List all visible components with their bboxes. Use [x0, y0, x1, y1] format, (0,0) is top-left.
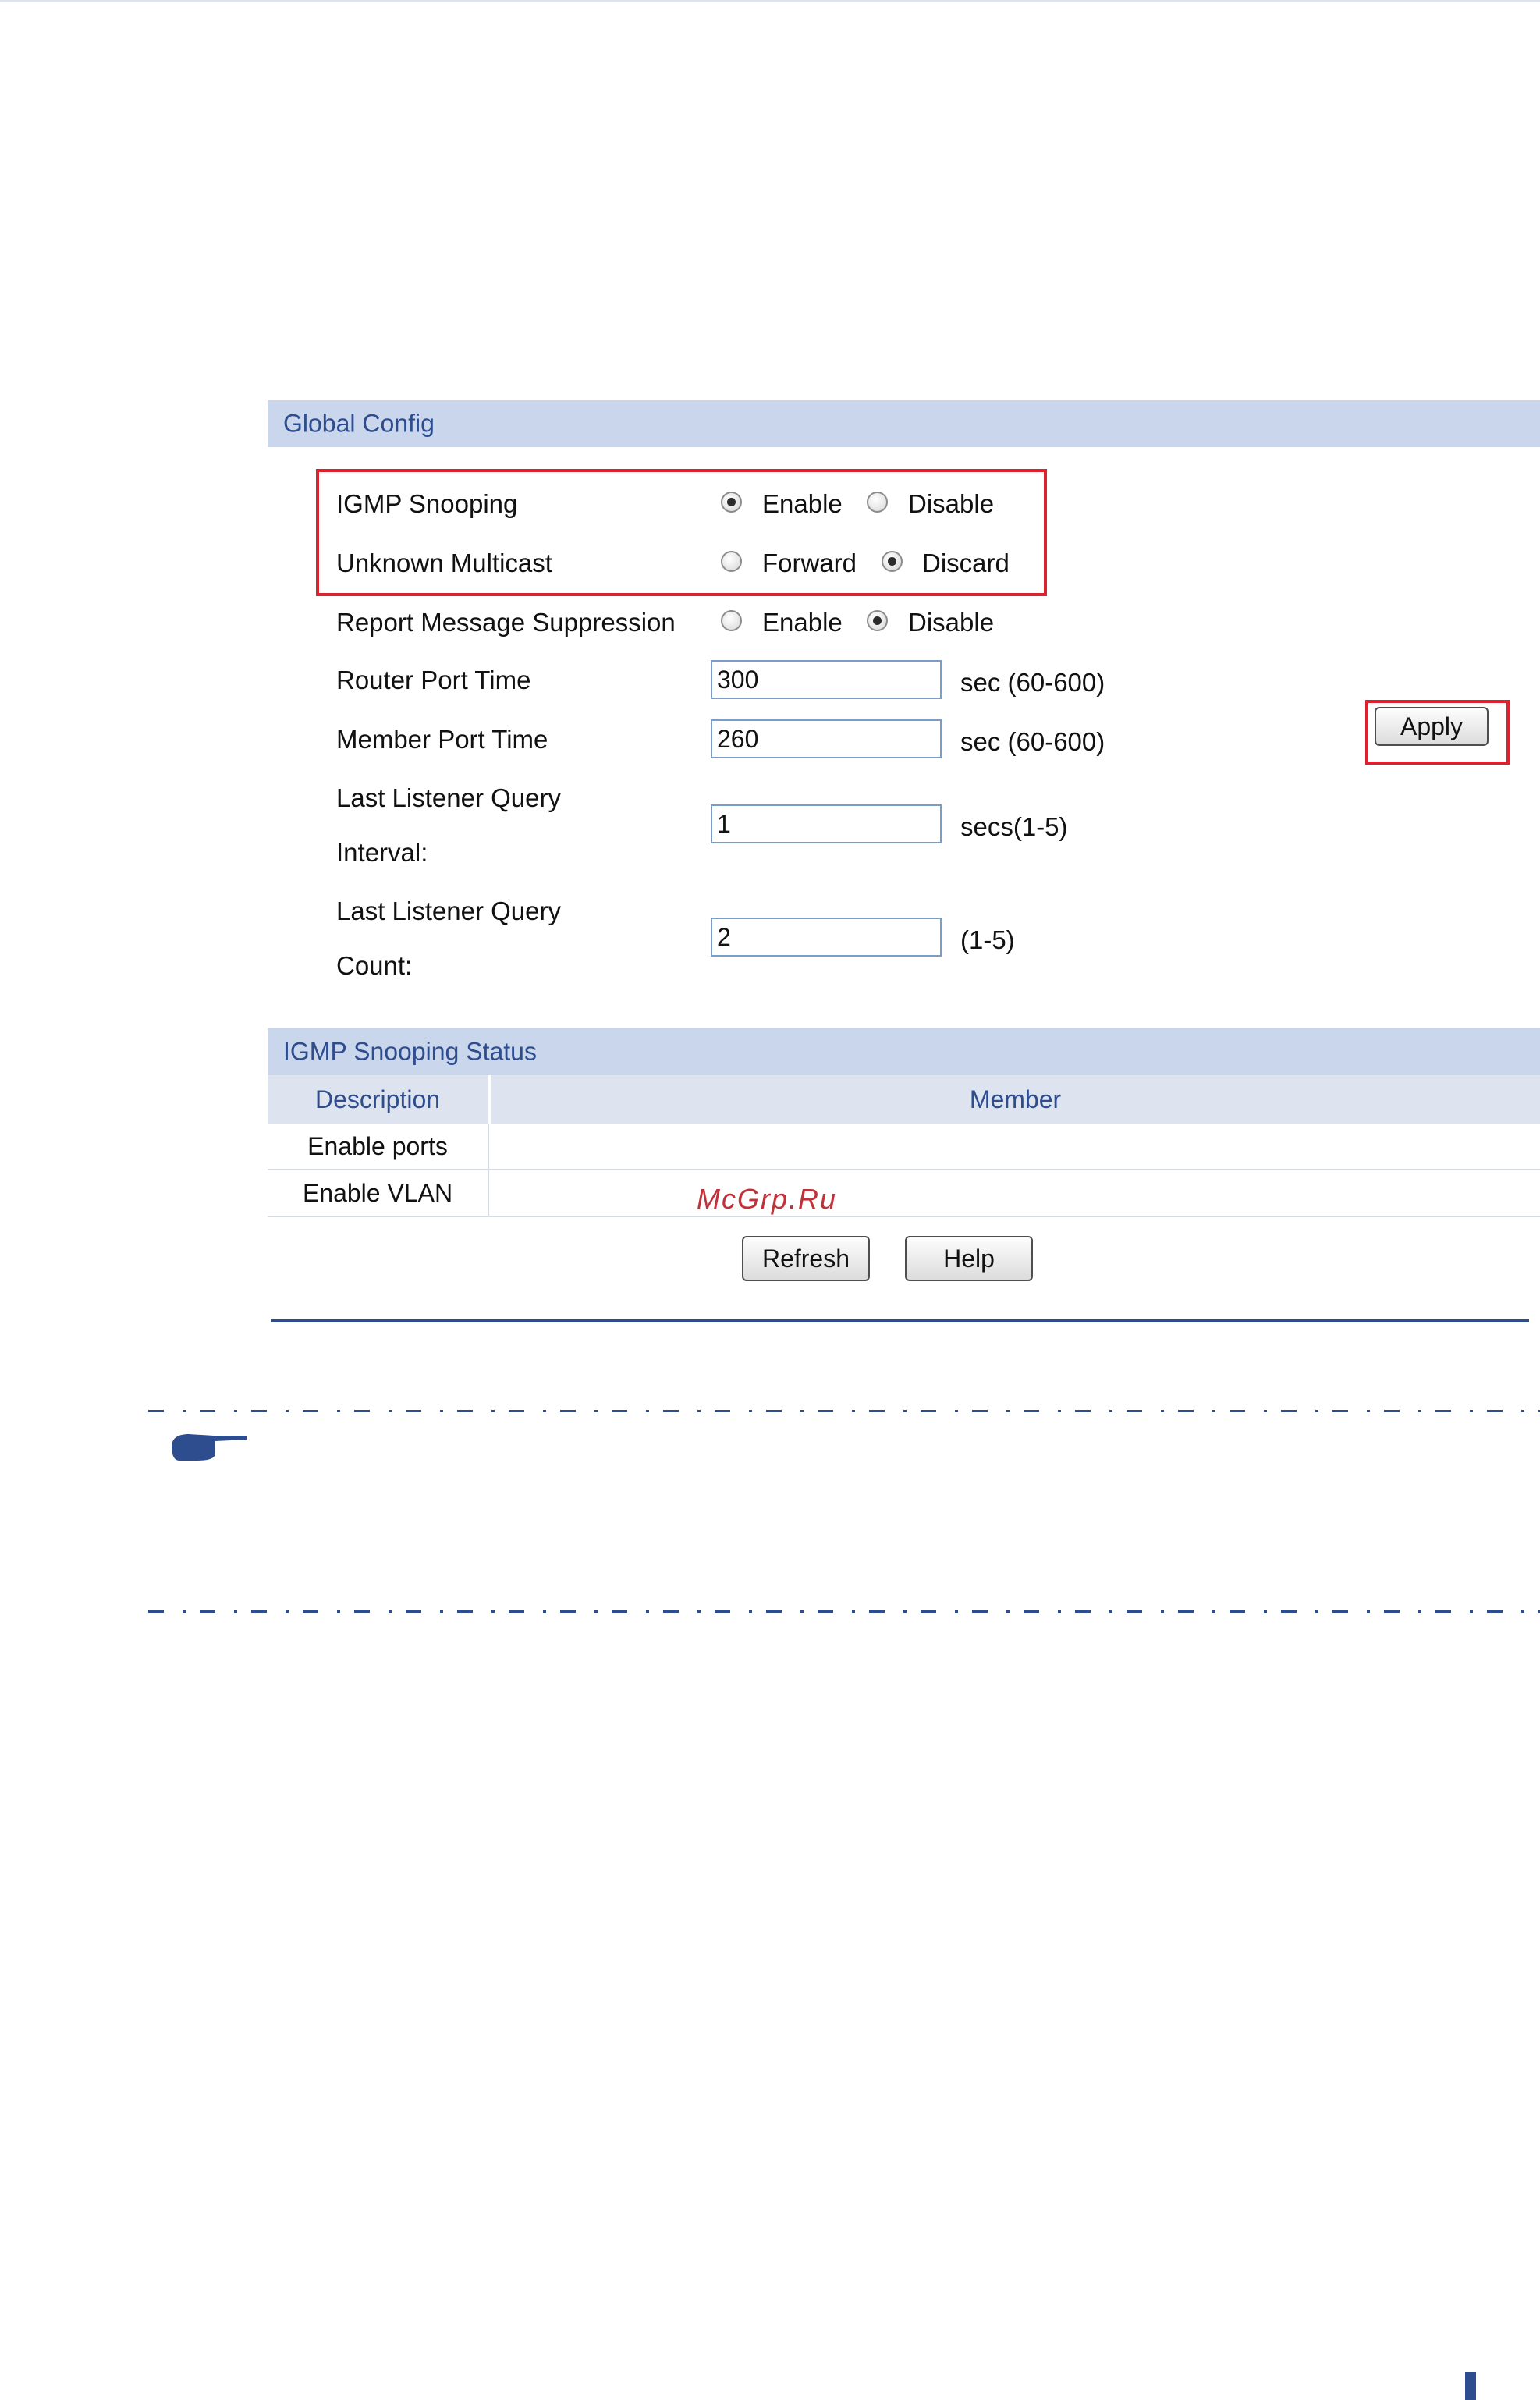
report-suppression-disable-radio[interactable] — [867, 610, 888, 631]
report-suppression-label: Report Message Suppression — [336, 608, 676, 637]
member-port-time-label: Member Port Time — [336, 725, 548, 754]
help-button[interactable]: Help — [905, 1236, 1033, 1281]
row-separator — [488, 1170, 489, 1216]
row-description: Enable VLAN — [302, 1178, 453, 1207]
member-port-time-input[interactable] — [711, 719, 942, 758]
row-separator — [488, 1124, 489, 1169]
top-rule — [0, 0, 1540, 2]
member-port-time-unit: sec (60-600) — [960, 727, 1105, 756]
last-listener-count-label-line1: Last Listener Query — [336, 896, 561, 925]
note-top-dashed-line — [148, 1410, 1540, 1412]
row-description: Enable ports — [307, 1131, 448, 1160]
note-bottom-dashed-line — [148, 1610, 1540, 1613]
router-port-time-unit: sec (60-600) — [960, 668, 1105, 697]
pointing-hand-icon — [172, 1434, 247, 1461]
report-suppression-disable-label[interactable]: Disable — [908, 608, 994, 637]
highlight-box-snooping — [316, 469, 1047, 596]
watermark-text: McGrp.Ru — [697, 1183, 838, 1215]
last-listener-interval-input[interactable] — [711, 804, 942, 843]
refresh-button[interactable]: Refresh — [742, 1236, 870, 1281]
page-marker — [1465, 2372, 1476, 2400]
report-suppression-enable-label[interactable]: Enable — [762, 608, 843, 637]
column-header-description: Description — [268, 1075, 488, 1124]
column-header-member: Member — [491, 1075, 1540, 1124]
last-listener-interval-unit: secs(1-5) — [960, 812, 1068, 841]
table-row: Enable VLAN — [268, 1170, 1540, 1217]
status-header: IGMP Snooping Status — [268, 1028, 1540, 1075]
router-port-time-input[interactable] — [711, 660, 942, 699]
global-config-header: Global Config — [268, 400, 1540, 447]
status-title: IGMP Snooping Status — [283, 1037, 537, 1066]
highlight-box-apply — [1365, 700, 1510, 765]
table-row: Enable ports — [268, 1124, 1540, 1170]
last-listener-count-input[interactable] — [711, 918, 942, 957]
global-config-title: Global Config — [283, 409, 435, 438]
section-divider — [271, 1319, 1529, 1322]
report-suppression-enable-radio[interactable] — [721, 610, 742, 631]
last-listener-count-label-line2: Count: — [336, 951, 413, 980]
last-listener-interval-label-line2: Interval: — [336, 838, 428, 867]
last-listener-count-unit: (1-5) — [960, 925, 1015, 954]
router-port-time-label: Router Port Time — [336, 666, 531, 694]
last-listener-interval-label-line1: Last Listener Query — [336, 783, 561, 812]
